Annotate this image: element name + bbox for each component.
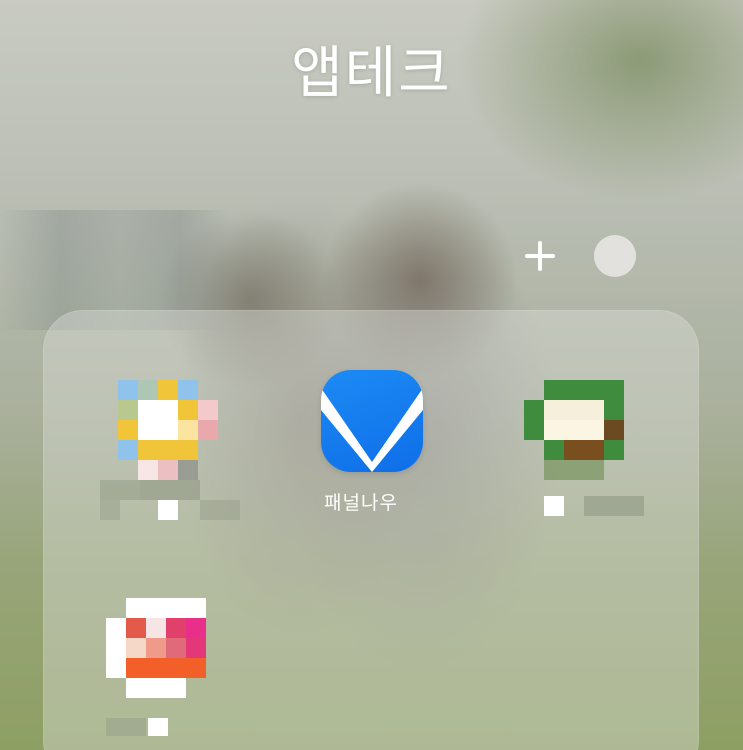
add-app-button[interactable] bbox=[516, 232, 564, 280]
panelnow-app-icon bbox=[321, 370, 423, 472]
pixelated-app-icon-1 bbox=[100, 378, 240, 528]
checkmark-icon bbox=[321, 388, 423, 472]
app-label: 패널나우 bbox=[324, 492, 398, 514]
pixelated-app-icon-3 bbox=[520, 378, 660, 528]
folder-color-button[interactable] bbox=[594, 235, 636, 277]
folder-title[interactable]: 앱테크 bbox=[0, 28, 743, 109]
pixelated-app-icon-4 bbox=[104, 598, 244, 748]
